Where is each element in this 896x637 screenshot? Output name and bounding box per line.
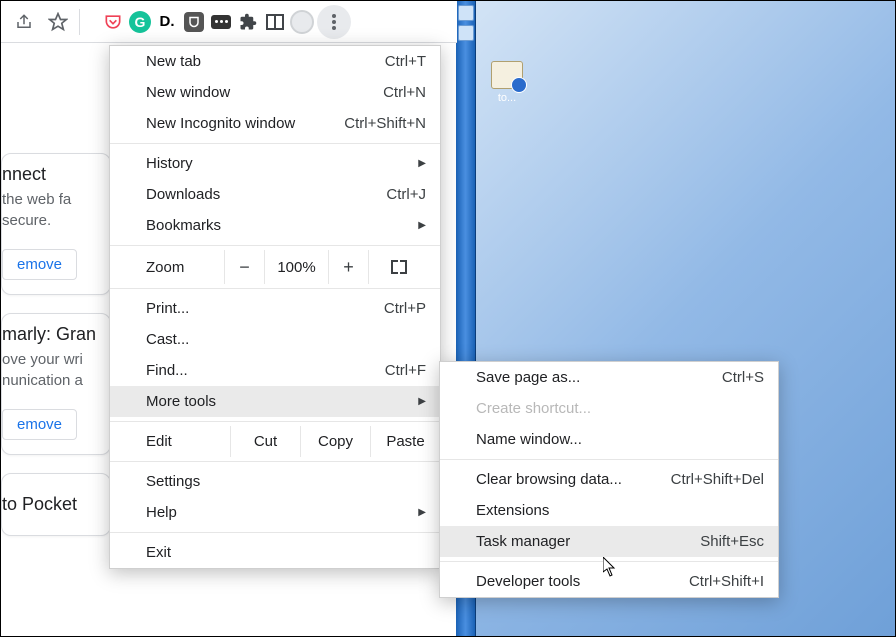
zoom-in-button[interactable]: +: [328, 250, 368, 284]
menu-edit-row: Edit Cut Copy Paste: [110, 426, 440, 457]
card-title: to Pocket: [2, 494, 110, 515]
edit-paste[interactable]: Paste: [370, 426, 440, 457]
side-panel-icon[interactable]: [263, 10, 287, 34]
submenu-create-shortcut: Create shortcut...: [440, 393, 778, 424]
fullscreen-button[interactable]: [368, 250, 428, 284]
remove-button[interactable]: emove: [2, 249, 77, 280]
menu-settings[interactable]: Settings: [110, 466, 440, 497]
page-content: nnect the web fa secure. emove marly: Gr…: [1, 43, 111, 636]
card-line: secure.: [2, 212, 110, 229]
taskbar-button[interactable]: [458, 5, 474, 21]
separator: [440, 561, 778, 562]
pocket-extension-icon[interactable]: [101, 10, 125, 34]
menu-help[interactable]: Help: [110, 497, 440, 528]
desktop-shortcut-label: to...: [491, 92, 523, 104]
browser-toolbar: G D.: [1, 1, 457, 43]
menu-history[interactable]: History: [110, 148, 440, 179]
ublock-glyph: [184, 12, 204, 32]
share-icon[interactable]: [7, 5, 41, 39]
dictionary-extension-icon[interactable]: D.: [155, 10, 179, 34]
submenu-task-manager[interactable]: Task managerShift+Esc: [440, 526, 778, 557]
ublock-extension-icon[interactable]: [182, 10, 206, 34]
zoom-label: Zoom: [110, 259, 224, 276]
separator: [110, 532, 440, 533]
password-extension-icon[interactable]: [209, 10, 233, 34]
menu-new-tab[interactable]: New tabCtrl+T: [110, 46, 440, 77]
edit-label: Edit: [110, 433, 230, 450]
submenu-save-page-as[interactable]: Save page as...Ctrl+S: [440, 362, 778, 393]
avatar: [290, 10, 314, 34]
zoom-out-button[interactable]: −: [224, 250, 264, 284]
grammarly-glyph: G: [129, 11, 151, 33]
separator: [440, 459, 778, 460]
three-dot-menu-icon[interactable]: [317, 5, 351, 39]
menu-downloads[interactable]: DownloadsCtrl+J: [110, 179, 440, 210]
card-line: nunication a: [2, 372, 110, 389]
submenu-extensions[interactable]: Extensions: [440, 495, 778, 526]
menu-print[interactable]: Print...Ctrl+P: [110, 293, 440, 324]
profile-avatar-icon[interactable]: [290, 10, 314, 34]
menu-more-tools[interactable]: More tools: [110, 386, 440, 417]
separator: [110, 288, 440, 289]
separator: [110, 461, 440, 462]
extensions-puzzle-icon[interactable]: [236, 10, 260, 34]
card-line: ove your wri: [2, 351, 110, 368]
grammarly-extension-icon[interactable]: G: [128, 10, 152, 34]
menu-new-window[interactable]: New windowCtrl+N: [110, 77, 440, 108]
card-title: nnect: [2, 164, 110, 185]
remove-button[interactable]: emove: [2, 409, 77, 440]
chrome-menu: New tabCtrl+T New windowCtrl+N New Incog…: [109, 45, 441, 569]
card-line: the web fa: [2, 191, 110, 208]
extensions-row: G D.: [101, 5, 351, 39]
taskbar-button[interactable]: [458, 25, 474, 41]
menu-cast[interactable]: Cast...: [110, 324, 440, 355]
separator: [110, 245, 440, 246]
menu-exit[interactable]: Exit: [110, 537, 440, 568]
submenu-name-window[interactable]: Name window...: [440, 424, 778, 455]
card-title: marly: Gran: [2, 324, 110, 345]
folder-icon: [491, 61, 523, 89]
extension-card: to Pocket: [1, 473, 111, 536]
more-tools-submenu: Save page as...Ctrl+S Create shortcut...…: [439, 361, 779, 598]
separator: [110, 421, 440, 422]
menu-new-incognito[interactable]: New Incognito windowCtrl+Shift+N: [110, 108, 440, 139]
separator: [79, 9, 93, 35]
fullscreen-icon: [391, 260, 407, 274]
submenu-clear-browsing-data[interactable]: Clear browsing data...Ctrl+Shift+Del: [440, 464, 778, 495]
desktop-shortcut[interactable]: to...: [491, 61, 523, 104]
menu-zoom-row: Zoom − 100% +: [110, 250, 440, 284]
menu-bookmarks[interactable]: Bookmarks: [110, 210, 440, 241]
extension-card: nnect the web fa secure. emove: [1, 153, 111, 295]
edit-cut[interactable]: Cut: [230, 426, 300, 457]
edit-copy[interactable]: Copy: [300, 426, 370, 457]
zoom-value: 100%: [264, 250, 328, 284]
separator: [110, 143, 440, 144]
submenu-developer-tools[interactable]: Developer toolsCtrl+Shift+I: [440, 566, 778, 597]
bookmark-star-icon[interactable]: [41, 5, 75, 39]
extension-card: marly: Gran ove your wri nunication a em…: [1, 313, 111, 455]
menu-find[interactable]: Find...Ctrl+F: [110, 355, 440, 386]
